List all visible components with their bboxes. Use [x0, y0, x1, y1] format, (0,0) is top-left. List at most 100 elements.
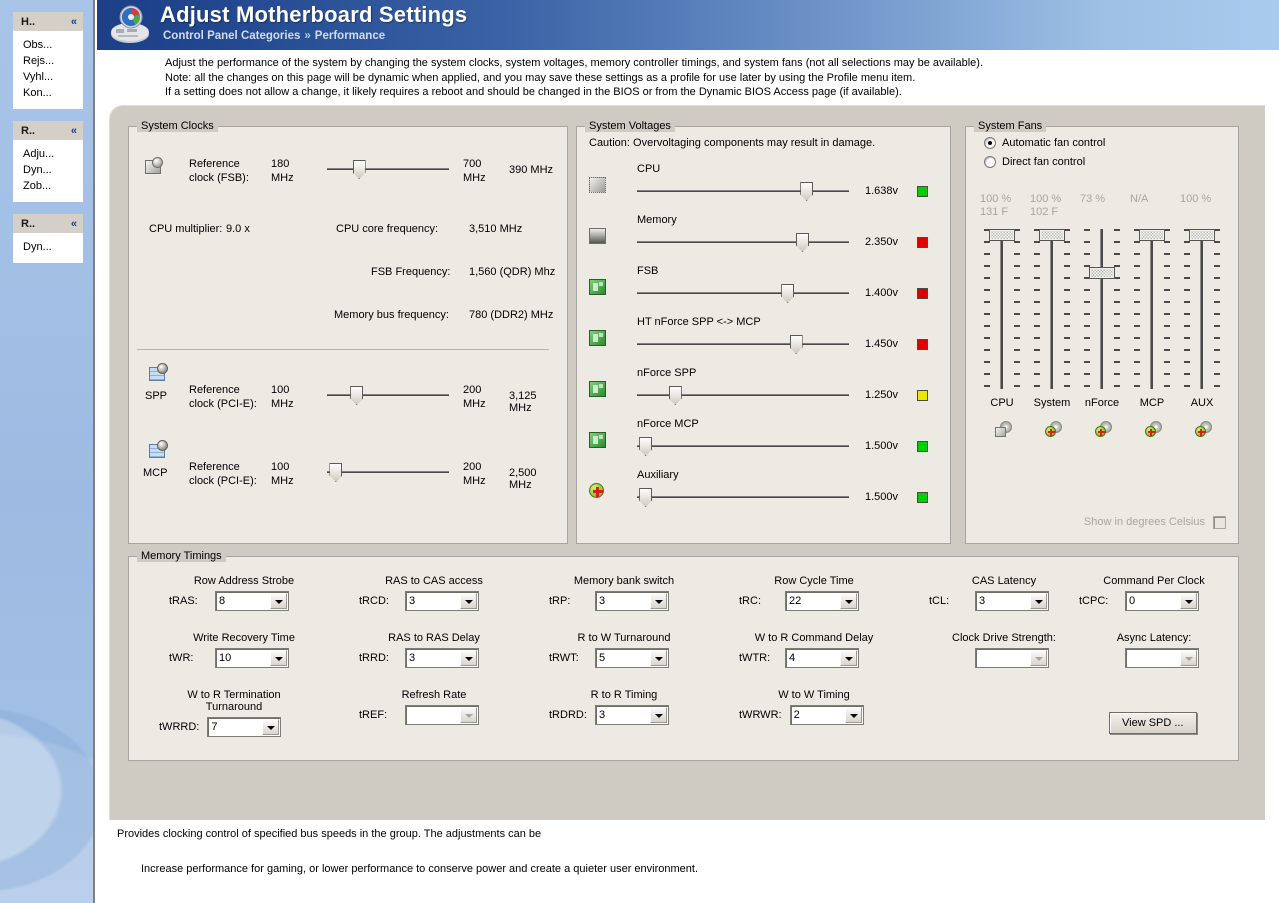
dropdown-button[interactable]: [840, 593, 857, 609]
view-spd-button[interactable]: View SPD ...: [1109, 712, 1197, 734]
sidebar-group-header-0[interactable]: H.. «: [13, 12, 83, 31]
slider-thumb[interactable]: [352, 160, 366, 179]
fan-add-icon[interactable]: [1044, 421, 1062, 437]
slider-thumb[interactable]: [781, 284, 795, 303]
fan-tick-group-left: [1134, 229, 1140, 389]
sidebar-group-header-2[interactable]: R.. «: [13, 214, 83, 233]
chevron-up-icon[interactable]: «: [71, 125, 77, 137]
slider-thumb[interactable]: [1089, 267, 1115, 279]
memory-timing-combobox[interactable]: 5: [595, 648, 669, 668]
slider-thumb[interactable]: [789, 335, 803, 354]
dropdown-button[interactable]: [650, 593, 667, 609]
radio-direct-icon[interactable]: [984, 156, 996, 168]
fan-tick: [1034, 337, 1040, 339]
fan-add-icon[interactable]: [1194, 421, 1212, 437]
fan-tick: [1184, 253, 1190, 255]
radio-automatic-icon[interactable]: [984, 137, 996, 149]
fan-tick: [1134, 289, 1140, 291]
memory-timing-combobox[interactable]: [405, 705, 479, 725]
fsb-reference-clock-slider[interactable]: [327, 159, 449, 179]
dropdown-button[interactable]: [270, 593, 287, 609]
memory-timing-combobox[interactable]: 7: [207, 717, 282, 737]
slider-thumb[interactable]: [668, 386, 682, 405]
sidebar-item-dyn[interactable]: Dyn...: [14, 162, 82, 178]
memory-timing-combobox[interactable]: 0: [1125, 591, 1199, 611]
sidebar-item-zob[interactable]: Zob...: [14, 178, 82, 194]
slider-thumb[interactable]: [329, 463, 343, 482]
slider-thumb[interactable]: [796, 233, 809, 252]
dropdown-button[interactable]: [1180, 593, 1197, 609]
automatic-fan-control-option[interactable]: Automatic fan control: [984, 137, 1105, 149]
sidebar-item-dyn2[interactable]: Dyn...: [14, 239, 82, 255]
sidebar-item-vyhl[interactable]: Vyhl...: [14, 69, 82, 85]
fan-speed-slider[interactable]: [1080, 229, 1124, 389]
memory-timing-combobox[interactable]: 3: [975, 591, 1049, 611]
dropdown-button[interactable]: [270, 650, 287, 666]
fan-add-icon[interactable]: [1144, 421, 1162, 437]
memory-timing-combobox[interactable]: 2: [789, 705, 864, 725]
spp-reference-clock-slider[interactable]: [327, 385, 449, 405]
sidebar-item-adju[interactable]: Adju...: [14, 146, 82, 162]
memory-timing-combobox[interactable]: [975, 648, 1049, 668]
dropdown-button[interactable]: [1180, 650, 1197, 666]
fan-tick: [1084, 325, 1090, 327]
sidebar-item-kon[interactable]: Kon...: [14, 85, 82, 101]
slider-thumb[interactable]: [1039, 229, 1065, 241]
dropdown-button[interactable]: [650, 707, 667, 723]
memory-timing-combobox[interactable]: 3: [405, 648, 479, 668]
dropdown-button[interactable]: [1030, 593, 1047, 609]
direct-fan-control-option[interactable]: Direct fan control: [984, 156, 1105, 168]
memory-timing-combobox[interactable]: 8: [215, 591, 289, 611]
voltage-rail-slider[interactable]: [637, 487, 849, 507]
show-celsius-checkbox[interactable]: [1213, 516, 1226, 529]
fan-tick: [1214, 301, 1220, 303]
slider-thumb[interactable]: [800, 182, 814, 201]
memory-timing-combobox[interactable]: 3: [405, 591, 479, 611]
slider-thumb[interactable]: [1139, 229, 1165, 241]
fan-speed-slider[interactable]: [980, 229, 1024, 389]
fan-tick: [1184, 325, 1190, 327]
breadcrumb-root[interactable]: Control Panel Categories: [163, 30, 300, 42]
fan-tick: [1184, 277, 1190, 279]
fan-tick: [984, 241, 990, 243]
system-fans-group: System Fans Automatic fan control Direct…: [965, 120, 1239, 544]
voltage-rail-slider[interactable]: [637, 181, 849, 201]
sidebar-group-header-1[interactable]: R.. «: [13, 121, 83, 140]
dropdown-button[interactable]: [460, 650, 477, 666]
dropdown-button[interactable]: [844, 707, 862, 723]
fan-speed-slider[interactable]: [1130, 229, 1174, 389]
fan-add-icon[interactable]: [1094, 421, 1112, 437]
memory-timing-combobox[interactable]: [1125, 648, 1199, 668]
fan-disabled-icon[interactable]: [994, 421, 1012, 437]
memory-timing-combobox[interactable]: 4: [785, 648, 859, 668]
chevron-up-icon[interactable]: «: [71, 218, 77, 230]
slider-thumb[interactable]: [639, 488, 653, 507]
dropdown-button[interactable]: [460, 593, 477, 609]
sidebar-item-obs[interactable]: Obs...: [14, 37, 82, 53]
slider-thumb[interactable]: [350, 386, 364, 405]
voltage-rail-slider[interactable]: [637, 232, 849, 252]
voltage-rail-slider[interactable]: [637, 385, 849, 405]
sidebar-item-rejs[interactable]: Rejs...: [14, 53, 82, 69]
dropdown-button[interactable]: [262, 719, 280, 735]
memory-timing-combobox[interactable]: 3: [595, 705, 669, 725]
chevron-up-icon[interactable]: «: [71, 16, 77, 28]
voltage-rail-slider[interactable]: [637, 283, 849, 303]
memory-timing-combobox[interactable]: 3: [595, 591, 669, 611]
voltage-rail-slider[interactable]: [637, 436, 849, 456]
mcp-reference-clock-slider[interactable]: [327, 462, 449, 482]
fan-speed-slider[interactable]: [1180, 229, 1224, 389]
slider-thumb[interactable]: [639, 437, 653, 456]
slider-thumb[interactable]: [1189, 229, 1215, 241]
memory-timings-legend: Memory Timings: [137, 550, 226, 562]
dropdown-button[interactable]: [650, 650, 667, 666]
dropdown-button[interactable]: [840, 650, 857, 666]
voltage-rail-slider[interactable]: [637, 334, 849, 354]
slider-thumb[interactable]: [989, 229, 1015, 241]
dropdown-button[interactable]: [460, 707, 477, 723]
memory-timing-combobox[interactable]: 22: [785, 591, 859, 611]
fan-speed-slider[interactable]: [1030, 229, 1074, 389]
dropdown-button[interactable]: [1030, 650, 1047, 666]
fan-percent: 100 %: [1030, 193, 1062, 205]
memory-timing-combobox[interactable]: 10: [215, 648, 289, 668]
